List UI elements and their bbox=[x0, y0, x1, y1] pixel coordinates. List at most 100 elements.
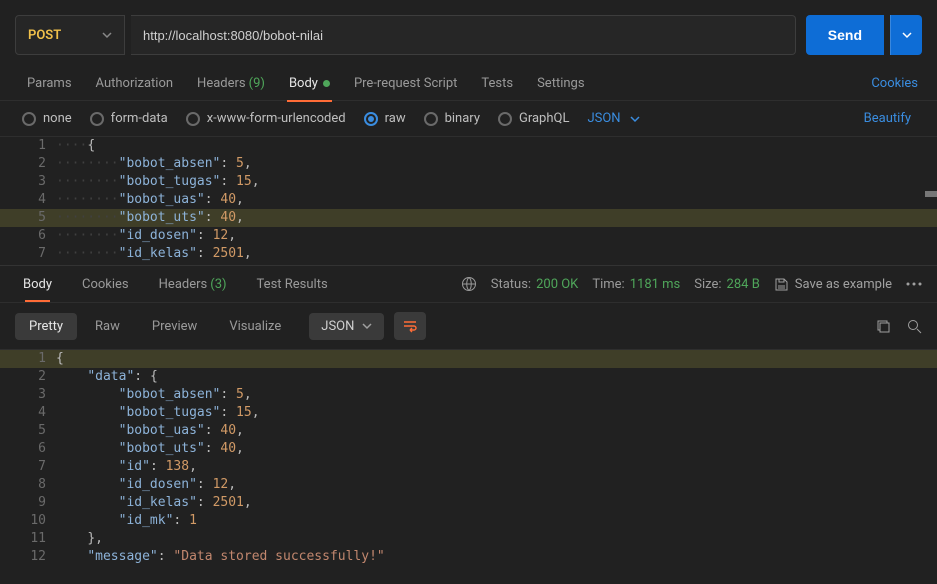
tab-prerequest[interactable]: Pre-request Script bbox=[342, 67, 469, 101]
radio-graphql[interactable]: GraphQL bbox=[498, 111, 569, 126]
wrap-lines-button[interactable] bbox=[394, 312, 426, 340]
code-line[interactable]: 2 "data": { bbox=[0, 368, 937, 386]
unsaved-dot-icon bbox=[323, 80, 330, 87]
resp-tab-body[interactable]: Body bbox=[15, 267, 60, 301]
more-icon[interactable] bbox=[906, 282, 922, 286]
line-number: 10 bbox=[0, 512, 56, 530]
radio-icon bbox=[424, 112, 438, 126]
tab-tests[interactable]: Tests bbox=[469, 67, 525, 101]
line-number: 8 bbox=[0, 476, 56, 494]
line-number: 1 bbox=[0, 137, 56, 155]
line-number: 7 bbox=[0, 458, 56, 476]
time-block: Time: 1181 ms bbox=[592, 277, 680, 292]
response-format-select[interactable]: JSON bbox=[309, 313, 384, 340]
cookies-link[interactable]: Cookies bbox=[867, 76, 922, 91]
resp-tab-headers[interactable]: Headers (3) bbox=[151, 267, 235, 301]
tab-params[interactable]: Params bbox=[15, 67, 84, 101]
request-tabs: Params Authorization Headers (9) Body Pr… bbox=[0, 67, 937, 101]
response-body-editor[interactable]: 1{2 "data": {3 "bobot_absen": 5,4 "bobot… bbox=[0, 350, 937, 572]
code-content: "id_mk": 1 bbox=[56, 512, 197, 530]
radio-none[interactable]: none bbox=[22, 111, 72, 126]
code-content: { bbox=[87, 137, 95, 155]
tab-settings[interactable]: Settings bbox=[525, 67, 596, 101]
code-line[interactable]: 3 "bobot_absen": 5, bbox=[0, 386, 937, 404]
code-content: "id": 138, bbox=[56, 458, 197, 476]
size-block: Size: 284 B bbox=[694, 277, 760, 292]
method-label: POST bbox=[28, 28, 61, 43]
code-line[interactable]: 7 "id": 138, bbox=[0, 458, 937, 476]
line-number: 4 bbox=[0, 404, 56, 422]
code-line[interactable]: 4 "bobot_tugas": 15, bbox=[0, 404, 937, 422]
radio-xwww[interactable]: x-www-form-urlencoded bbox=[186, 111, 346, 126]
code-content: "bobot_absen": 5, bbox=[56, 386, 252, 404]
request-body-editor[interactable]: 1····{2········"bobot_absen": 5,3·······… bbox=[0, 137, 937, 265]
resp-tab-tests[interactable]: Test Results bbox=[249, 267, 336, 301]
body-type-row: none form-data x-www-form-urlencoded raw… bbox=[0, 101, 937, 137]
status-block: Status: 200 OK bbox=[491, 277, 579, 292]
indent-guide: ········ bbox=[56, 209, 119, 227]
code-content: "id_kelas": 2501, bbox=[119, 245, 252, 263]
method-select[interactable]: POST bbox=[15, 15, 125, 55]
code-line[interactable]: 8 "id_dosen": 12, bbox=[0, 476, 937, 494]
search-button[interactable] bbox=[907, 319, 922, 334]
code-line[interactable]: 5········"bobot_uts": 40, bbox=[0, 209, 937, 227]
indent-guide: ········ bbox=[56, 173, 119, 191]
code-content: "bobot_uts": 40, bbox=[56, 440, 244, 458]
chevron-down-icon bbox=[102, 30, 112, 40]
scrollbar-marker bbox=[925, 191, 937, 197]
radio-icon bbox=[498, 112, 512, 126]
view-visualize[interactable]: Visualize bbox=[215, 313, 295, 340]
network-icon[interactable] bbox=[461, 276, 477, 292]
tab-headers[interactable]: Headers (9) bbox=[185, 67, 277, 101]
copy-button[interactable] bbox=[876, 319, 891, 334]
radio-binary[interactable]: binary bbox=[424, 111, 480, 126]
tab-authorization[interactable]: Authorization bbox=[84, 67, 186, 101]
code-line[interactable]: 1{ bbox=[0, 350, 937, 368]
code-content: "bobot_uas": 40, bbox=[56, 422, 244, 440]
send-button[interactable]: Send bbox=[806, 15, 884, 55]
line-number: 7 bbox=[0, 245, 56, 263]
radio-icon bbox=[364, 112, 378, 126]
indent-guide: ········ bbox=[56, 155, 119, 173]
line-number: 1 bbox=[0, 350, 56, 368]
code-content: }, bbox=[56, 530, 103, 548]
code-line[interactable]: 2········"bobot_absen": 5, bbox=[0, 155, 937, 173]
line-number: 2 bbox=[0, 155, 56, 173]
code-line[interactable]: 6 "bobot_uts": 40, bbox=[0, 440, 937, 458]
line-number: 3 bbox=[0, 386, 56, 404]
code-line[interactable]: 6········"id_dosen": 12, bbox=[0, 227, 937, 245]
line-number: 2 bbox=[0, 368, 56, 386]
search-icon bbox=[907, 319, 922, 334]
code-line[interactable]: 1····{ bbox=[0, 137, 937, 155]
beautify-link[interactable]: Beautify bbox=[860, 111, 915, 126]
tab-body[interactable]: Body bbox=[277, 67, 342, 101]
view-raw[interactable]: Raw bbox=[81, 313, 134, 340]
code-content: "bobot_uas": 40, bbox=[119, 191, 244, 209]
save-example-button[interactable]: Save as example bbox=[774, 277, 892, 292]
line-number: 5 bbox=[0, 422, 56, 440]
view-preview[interactable]: Preview bbox=[138, 313, 211, 340]
url-input[interactable] bbox=[131, 15, 796, 55]
wrap-icon bbox=[402, 319, 418, 333]
code-line[interactable]: 12 "message": "Data stored successfully!… bbox=[0, 548, 937, 566]
send-dropdown-button[interactable] bbox=[890, 15, 922, 55]
code-line[interactable]: 7········"id_kelas": 2501, bbox=[0, 245, 937, 263]
code-line[interactable]: 10 "id_mk": 1 bbox=[0, 512, 937, 530]
code-line[interactable]: 5 "bobot_uas": 40, bbox=[0, 422, 937, 440]
response-view-row: Pretty Raw Preview Visualize JSON bbox=[0, 303, 937, 350]
line-number: 12 bbox=[0, 548, 56, 566]
code-line[interactable]: 9 "id_kelas": 2501, bbox=[0, 494, 937, 512]
code-line[interactable]: 3········"bobot_tugas": 15, bbox=[0, 173, 937, 191]
view-pretty[interactable]: Pretty bbox=[15, 313, 77, 340]
indent-guide: ········ bbox=[56, 191, 119, 209]
line-number: 3 bbox=[0, 173, 56, 191]
resp-tab-cookies[interactable]: Cookies bbox=[74, 267, 137, 301]
radio-icon bbox=[186, 112, 200, 126]
code-line[interactable]: 4········"bobot_uas": 40, bbox=[0, 191, 937, 209]
content-type-select[interactable]: JSON bbox=[587, 111, 639, 126]
radio-form-data[interactable]: form-data bbox=[90, 111, 168, 126]
line-number: 9 bbox=[0, 494, 56, 512]
radio-raw[interactable]: raw bbox=[364, 111, 406, 126]
code-line[interactable]: 11 }, bbox=[0, 530, 937, 548]
indent-guide: ········ bbox=[56, 227, 119, 245]
